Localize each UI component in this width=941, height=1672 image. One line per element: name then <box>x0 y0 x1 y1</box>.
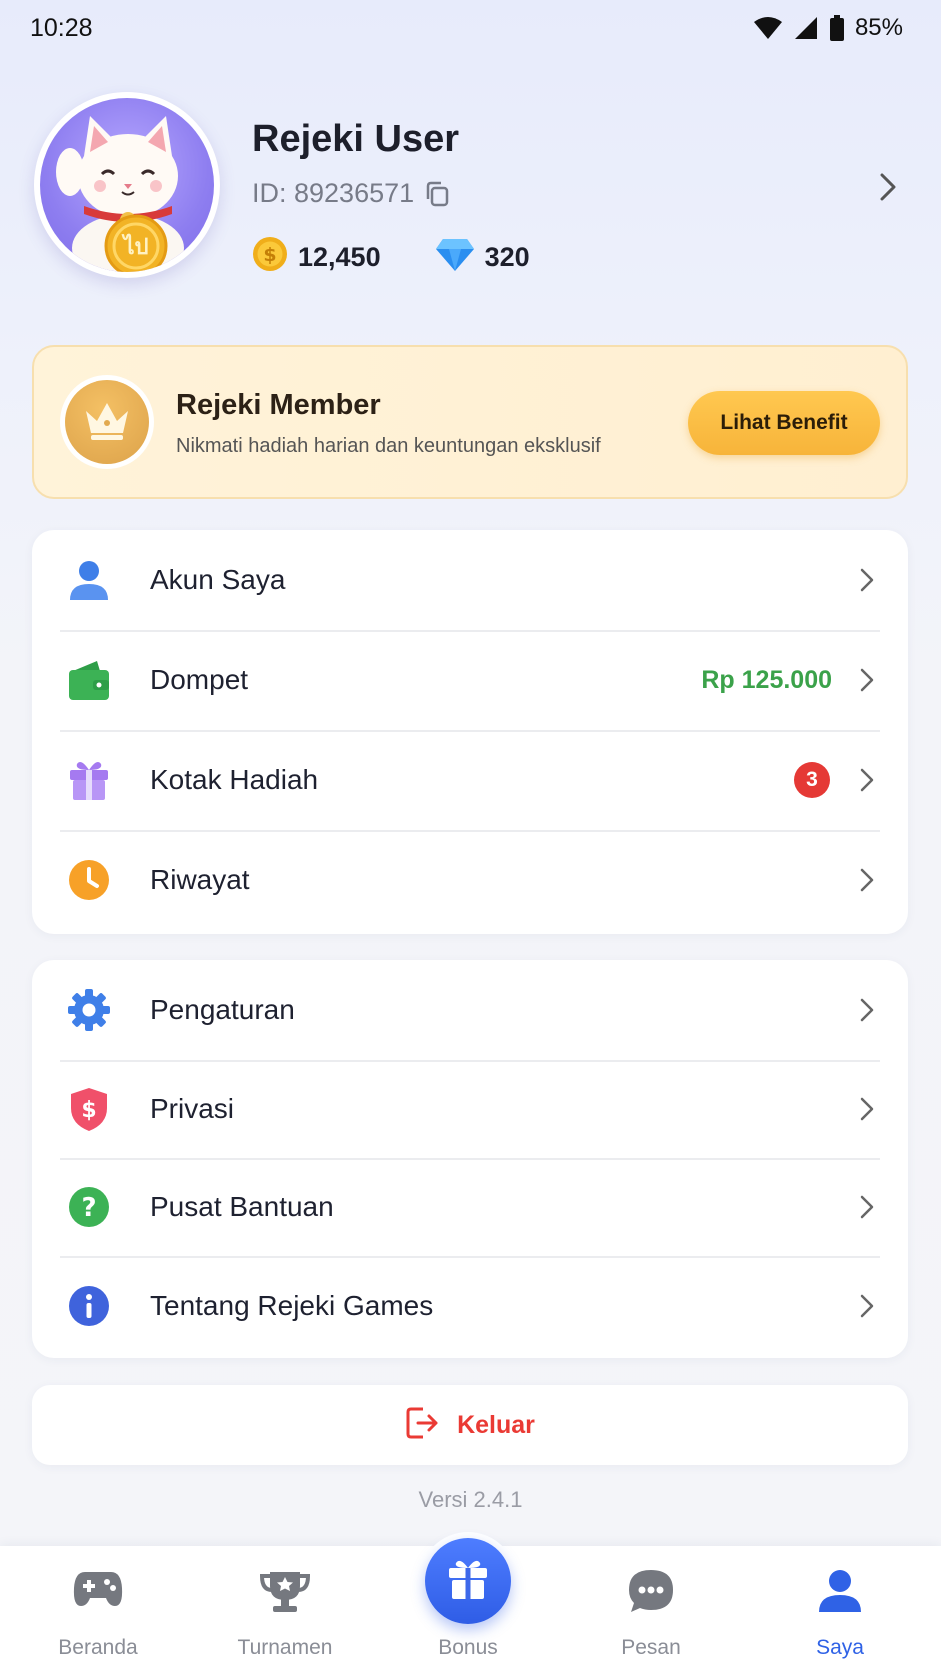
user-icon <box>817 1568 863 1619</box>
lucky-cat-avatar-image: ไป <box>40 98 214 272</box>
chevron-right-icon <box>860 768 874 792</box>
gear-icon <box>66 987 112 1033</box>
nav-label: Beranda <box>58 1636 138 1659</box>
status-time: 10:28 <box>30 13 93 42</box>
coin-balance: $ 12,450 <box>252 236 381 279</box>
chevron-right-icon[interactable] <box>879 172 897 207</box>
profile-id-text: ID: 89236571 <box>252 178 415 208</box>
profile-id: ID: 89236571 <box>252 178 450 209</box>
crown-icon <box>82 399 132 446</box>
chevron-right-icon <box>860 1294 874 1318</box>
nav-tab-turnamen[interactable]: Turnamen <box>210 1546 360 1672</box>
svg-text:$: $ <box>263 244 276 266</box>
menu-card-settings: Pengaturan $ Privasi ? Pusat Bantuan Ten… <box>32 960 908 1358</box>
avatar[interactable]: ไป <box>34 92 220 278</box>
cell-signal-icon <box>793 16 819 40</box>
menu-item-label: Tentang Rejeki Games <box>150 1290 434 1321</box>
nav-label: Saya <box>816 1636 864 1659</box>
logout-icon <box>405 1406 439 1445</box>
member-title: Rejeki Member <box>176 389 381 421</box>
svg-text:$: $ <box>81 1098 96 1123</box>
info-icon <box>66 1283 112 1329</box>
member-subtitle: Nikmati hadiah harian dan keuntungan eks… <box>176 435 601 457</box>
nav-label: Turnamen <box>237 1636 333 1659</box>
menu-item-label: Pengaturan <box>150 994 295 1025</box>
coin-value: 12,450 <box>298 242 381 272</box>
nav-tab-pesan[interactable]: Pesan <box>576 1546 726 1672</box>
menu-item-privasi[interactable]: $ Privasi <box>32 1060 908 1158</box>
menu-item-pengaturan[interactable]: Pengaturan <box>32 960 908 1060</box>
status-indicators: 85% <box>753 14 903 42</box>
diamond-value: 320 <box>484 242 530 272</box>
svg-text:?: ? <box>81 1193 96 1223</box>
menu-item-kotak-hadiah[interactable]: Kotak Hadiah 3 <box>32 730 908 830</box>
bonus-fab <box>419 1532 517 1630</box>
coin-icon: $ <box>252 236 288 279</box>
notification-badge: 3 <box>794 762 830 798</box>
menu-item-dompet[interactable]: Dompet Rp 125.000 <box>32 630 908 730</box>
battery-percent: 85% <box>854 14 903 41</box>
profile-header: ไป Rejeki User ID: 89236571 $ 12,450 320 <box>0 90 941 290</box>
status-bar: 10:28 85% <box>0 0 941 56</box>
bottom-nav: Beranda Turnamen Bonus Pesan Saya <box>0 1532 941 1672</box>
nav-label: Bonus <box>438 1636 498 1659</box>
wifi-icon <box>753 16 783 40</box>
profile-name: Rejeki User <box>252 118 460 160</box>
logout-button[interactable]: Keluar <box>32 1385 908 1465</box>
menu-item-label: Riwayat <box>150 864 250 895</box>
menu-item-label: Kotak Hadiah <box>150 764 319 795</box>
copy-icon[interactable] <box>424 180 450 208</box>
member-badge <box>60 375 154 469</box>
chevron-right-icon <box>860 998 874 1022</box>
menu-item-pusat-bantuan[interactable]: ? Pusat Bantuan <box>32 1158 908 1256</box>
user-icon <box>66 557 112 603</box>
gift-icon <box>66 757 112 803</box>
menu-item-riwayat[interactable]: Riwayat <box>32 830 908 930</box>
wallet-balance: Rp 125.000 <box>701 665 832 694</box>
clock-icon <box>66 857 112 903</box>
nav-tab-saya[interactable]: Saya <box>765 1546 915 1672</box>
battery-icon <box>829 15 845 41</box>
nav-label: Pesan <box>621 1636 681 1659</box>
chevron-right-icon <box>860 868 874 892</box>
shield-icon: $ <box>66 1086 112 1132</box>
member-banner: Rejeki Member Nikmati hadiah harian dan … <box>32 345 908 499</box>
gift-icon <box>446 1558 490 1605</box>
logout-label: Keluar <box>457 1410 535 1439</box>
view-benefit-button[interactable]: Lihat Benefit <box>688 391 880 455</box>
chat-icon <box>627 1568 675 1619</box>
menu-item-label: Akun Saya <box>150 564 286 595</box>
gamepad-icon <box>73 1568 123 1615</box>
wallet-icon <box>66 657 112 703</box>
chevron-right-icon <box>860 668 874 692</box>
chevron-right-icon <box>860 568 874 592</box>
profile-stats: $ 12,450 320 <box>252 236 530 279</box>
menu-item-label: Pusat Bantuan <box>150 1191 334 1222</box>
svg-text:ไป: ไป <box>121 233 148 260</box>
trophy-icon <box>259 1568 311 1619</box>
menu-item-tentang[interactable]: Tentang Rejeki Games <box>32 1256 908 1356</box>
chevron-right-icon <box>860 1195 874 1219</box>
diamond-balance: 320 <box>435 236 530 279</box>
help-icon: ? <box>66 1184 112 1230</box>
menu-card-account: Akun Saya Dompet Rp 125.000 Kotak Hadiah… <box>32 530 908 934</box>
menu-item-akun-saya[interactable]: Akun Saya <box>32 530 908 630</box>
diamond-icon <box>435 236 475 279</box>
nav-tab-beranda[interactable]: Beranda <box>23 1546 173 1672</box>
nav-tab-bonus[interactable]: Bonus <box>393 1532 543 1672</box>
menu-item-label: Dompet <box>150 664 249 695</box>
menu-item-label: Privasi <box>150 1093 235 1124</box>
chevron-right-icon <box>860 1097 874 1121</box>
app-version: Versi 2.4.1 <box>418 1487 523 1512</box>
